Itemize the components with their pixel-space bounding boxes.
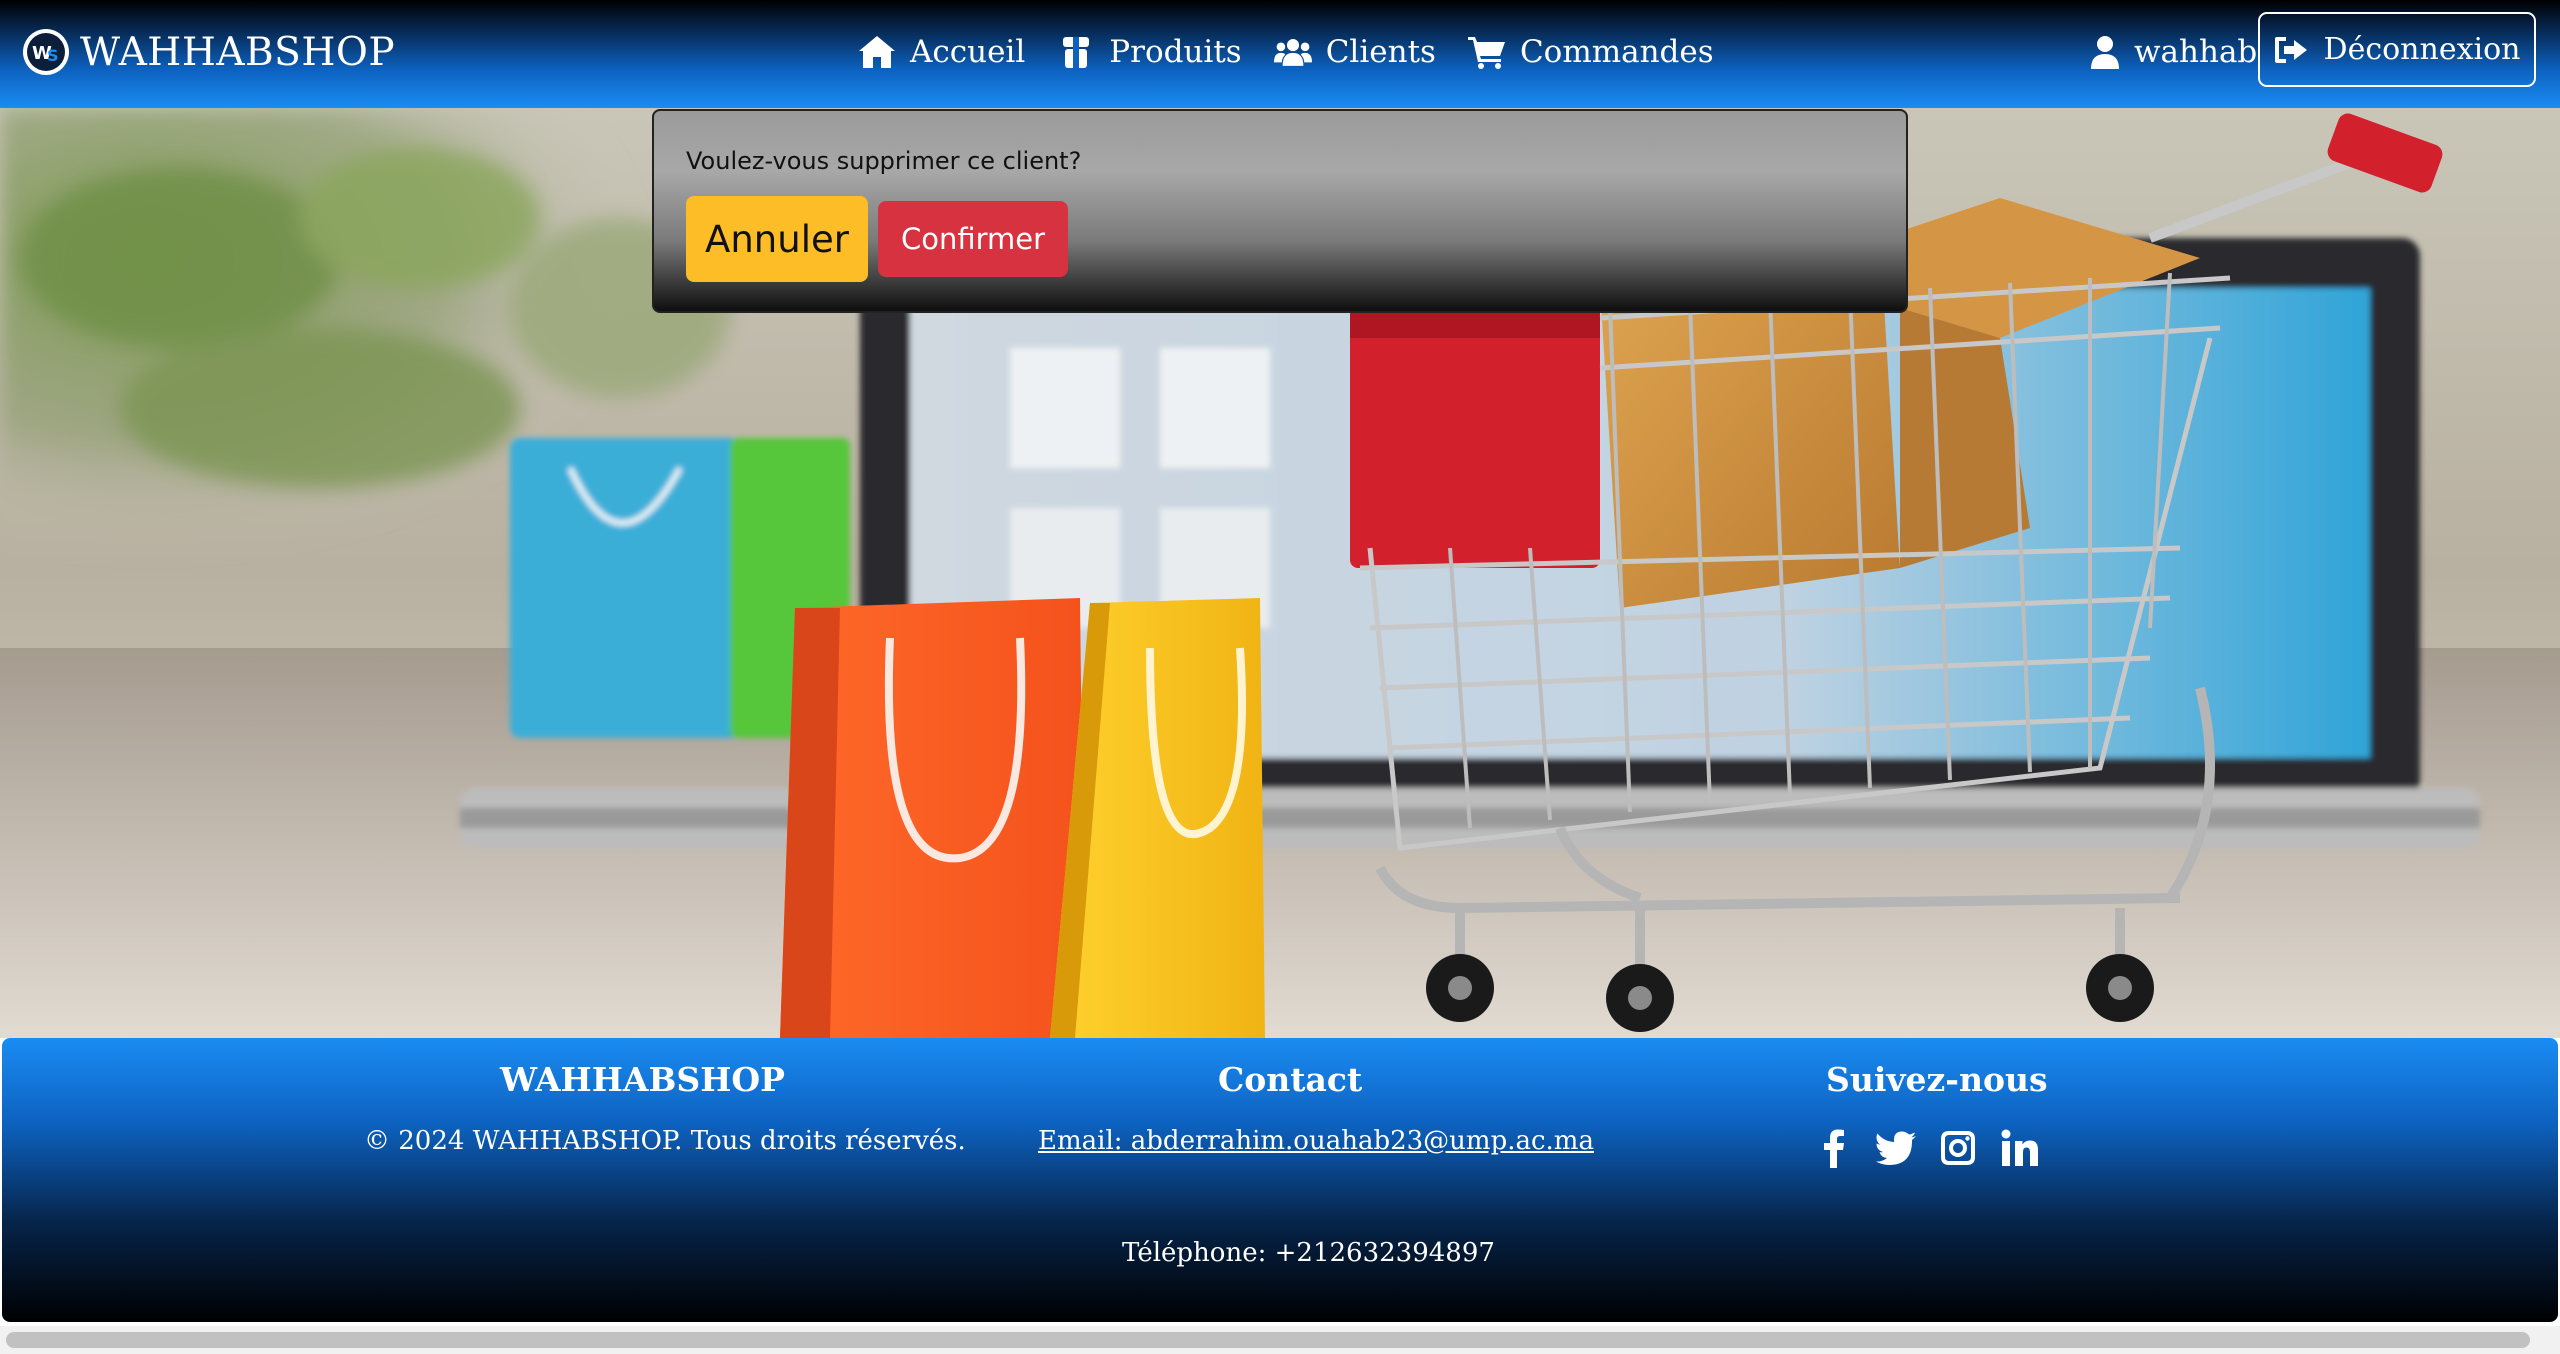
footer-email-link[interactable]: Email: abderrahim.ouahab23@ump.ac.ma	[1038, 1126, 1594, 1156]
scrollbar-thumb[interactable]	[6, 1332, 2530, 1348]
svg-text:S: S	[47, 46, 59, 65]
box-icon	[1063, 37, 1090, 68]
brand-logo-icon: W S	[23, 29, 69, 75]
footer-brand-title: WAHHABSHOP	[500, 1060, 785, 1099]
sign-out-icon	[2274, 36, 2307, 63]
current-user: wahhab	[2090, 28, 2257, 76]
username: wahhab	[2134, 34, 2258, 70]
nav-products[interactable]: Produits	[1057, 34, 1242, 70]
twitter-icon	[1876, 1131, 1916, 1165]
nav-orders[interactable]: Commandes	[1467, 34, 1714, 70]
footer: WAHHABSHOP © 2024 WAHHABSHOP. Tous droit…	[2, 1038, 2558, 1322]
nav-products-label: Produits	[1109, 34, 1242, 70]
instagram-icon	[1941, 1131, 1975, 1165]
linkedin-icon	[2001, 1129, 2038, 1166]
twitter-link[interactable]	[1876, 1128, 1916, 1168]
logout-button[interactable]: Déconnexion	[2258, 12, 2536, 87]
delete-client-confirm-dialog: Voulez-vous supprimer ce client? Annuler…	[652, 109, 1908, 313]
nav-home[interactable]: Accueil	[858, 34, 1025, 70]
instagram-link[interactable]	[1938, 1128, 1978, 1168]
horizontal-scrollbar[interactable]	[0, 1326, 2560, 1354]
social-links	[1814, 1128, 2062, 1168]
nav-home-label: Accueil	[910, 34, 1026, 70]
footer-contact-title: Contact	[1218, 1060, 1363, 1099]
nav-clients-label: Clients	[1325, 34, 1436, 70]
linkedin-link[interactable]	[2000, 1128, 2040, 1168]
home-icon	[859, 36, 895, 68]
brand-name: WAHHABSHOP	[80, 29, 396, 75]
confirm-delete-button[interactable]: Confirmer	[878, 201, 1068, 277]
footer-social-title: Suivez-nous	[1826, 1060, 2048, 1099]
top-navbar: W S WAHHABSHOP Accueil Produits Clients …	[0, 0, 2560, 108]
main-nav: Accueil Produits Clients Commandes	[858, 28, 1746, 76]
nav-orders-label: Commandes	[1519, 34, 1714, 70]
nav-clients[interactable]: Clients	[1273, 34, 1436, 70]
user-icon	[2091, 36, 2119, 69]
facebook-link[interactable]	[1814, 1128, 1854, 1168]
brand-link[interactable]: W S WAHHABSHOP	[22, 26, 395, 78]
dialog-message: Voulez-vous supprimer ce client?	[686, 147, 1082, 175]
footer-copyright: © 2024 WAHHABSHOP. Tous droits réservés.	[364, 1126, 966, 1156]
users-icon	[1273, 39, 1312, 66]
footer-phone: Téléphone: +212632394897	[1122, 1238, 1495, 1268]
cancel-button[interactable]: Annuler	[686, 196, 868, 282]
cart-icon	[1467, 37, 1505, 69]
facebook-icon	[1824, 1129, 1844, 1168]
logout-label: Déconnexion	[2323, 32, 2521, 67]
